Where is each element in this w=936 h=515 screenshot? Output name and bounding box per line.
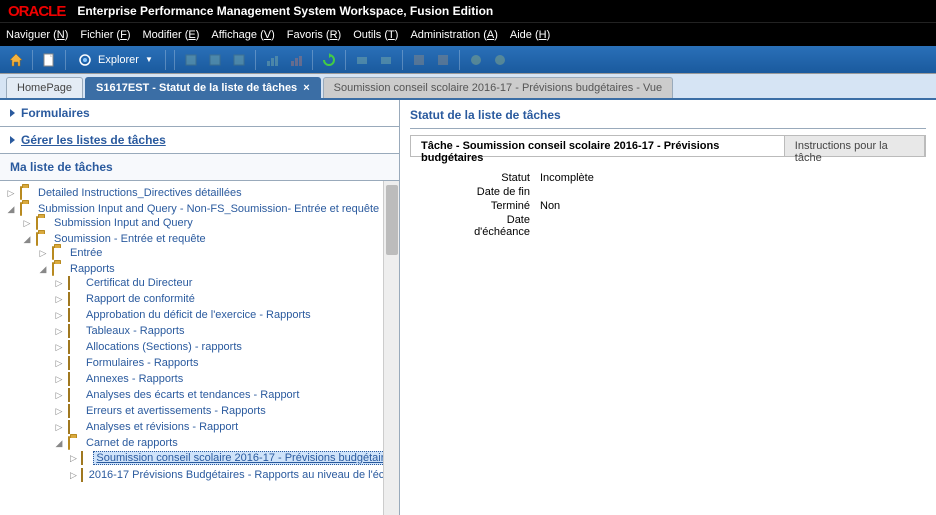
subtabs: Tâche - Soumission conseil scolaire 2016…: [410, 135, 926, 157]
tree-item-soumission-sel[interactable]: ▷Soumission conseil scolaire 2016-17 - P…: [70, 451, 399, 465]
termine-label: Terminé: [450, 200, 540, 212]
dropdown-icon: ▼: [145, 55, 153, 64]
menu-favoris[interactable]: Favoris (R): [287, 29, 341, 41]
tool-icon-8[interactable]: [466, 50, 486, 70]
new-doc-icon[interactable]: [39, 50, 59, 70]
content: Formulaires Gérer les listes de tâches M…: [0, 100, 936, 515]
tab-other[interactable]: Soumission conseil scolaire 2016-17 - Pr…: [323, 77, 674, 98]
tree-item-analyses-ecarts[interactable]: ▷Analyses des écarts et tendances - Rapp…: [54, 389, 399, 401]
panel-formulaires[interactable]: Formulaires: [0, 100, 399, 127]
tool-icon-3[interactable]: [229, 50, 249, 70]
panel-formulaires-label: Formulaires: [21, 106, 90, 120]
subtab-instructions[interactable]: Instructions pour la tâche: [785, 136, 925, 156]
tree-item-formulaires[interactable]: ▷Formulaires - Rapports: [54, 357, 399, 369]
tool-icon-5[interactable]: [376, 50, 396, 70]
task-details: StatutIncomplète Date de fin TerminéNon …: [410, 167, 926, 243]
task-tree: ▷Detailed Instructions_Directives détail…: [0, 181, 399, 515]
toolbar: Explorer ▼: [0, 46, 936, 74]
product-title: Enterprise Performance Management System…: [77, 4, 493, 18]
panel-mataches-label: Ma liste de tâches: [10, 160, 113, 174]
chevron-right-icon: [10, 136, 15, 144]
statut-value: Incomplète: [540, 172, 594, 184]
datefin-label: Date de fin: [450, 186, 540, 198]
oracle-logo: ORACLE: [8, 3, 65, 20]
explorer-button[interactable]: Explorer ▼: [72, 53, 159, 67]
home-icon[interactable]: [6, 50, 26, 70]
right-title: Statut de la liste de tâches: [410, 108, 926, 129]
tabbar: HomePage S1617EST - Statut de la liste d…: [0, 74, 936, 100]
tree-item-detailed[interactable]: ▷Detailed Instructions_Directives détail…: [6, 187, 399, 199]
menu-affichage[interactable]: Affichage (V): [211, 29, 274, 41]
titlebar: ORACLE Enterprise Performance Management…: [0, 0, 936, 22]
termine-value: Non: [540, 200, 560, 212]
explorer-label: Explorer: [98, 54, 139, 66]
tool-icon-4[interactable]: [352, 50, 372, 70]
scrollbar[interactable]: [383, 181, 399, 515]
tree-item-erreurs[interactable]: ▷Erreurs et avertissements - Rapports: [54, 405, 399, 417]
panel-gerer[interactable]: Gérer les listes de tâches: [0, 127, 399, 154]
tool-icon-6[interactable]: [409, 50, 429, 70]
tree-item-annexes[interactable]: ▷Annexes - Rapports: [54, 373, 399, 385]
tool-icon-9[interactable]: [490, 50, 510, 70]
menu-naviguer[interactable]: Naviguer (N): [6, 29, 68, 41]
tree-item-analyses-rev[interactable]: ▷Analyses et révisions - Rapport: [54, 421, 399, 433]
tree-item-entree[interactable]: ▷Entrée: [38, 247, 399, 259]
tree-item-soumission[interactable]: ◢Soumission - Entrée et requête: [22, 233, 399, 245]
tree-item-approbation[interactable]: ▷Approbation du déficit de l'exercice - …: [54, 309, 399, 321]
explorer-icon: [78, 53, 92, 67]
subtab-tache-label: Tâche - Soumission conseil scolaire 2016…: [421, 140, 719, 164]
tab-homepage[interactable]: HomePage: [6, 77, 83, 98]
tree-item-subinput[interactable]: ◢Submission Input and Query - Non-FS_Sou…: [6, 203, 399, 215]
tool-icon-7[interactable]: [433, 50, 453, 70]
tree-item-rapport-conf[interactable]: ▷Rapport de conformité: [54, 293, 399, 305]
left-panel: Formulaires Gérer les listes de tâches M…: [0, 100, 400, 515]
chart-icon-2[interactable]: [286, 50, 306, 70]
menu-outils[interactable]: Outils (T): [353, 29, 398, 41]
tree-item-tableaux[interactable]: ▷Tableaux - Rapports: [54, 325, 399, 337]
tab-homepage-label: HomePage: [17, 82, 72, 94]
subtab-tache[interactable]: Tâche - Soumission conseil scolaire 2016…: [411, 136, 785, 156]
right-panel: Statut de la liste de tâches Tâche - Sou…: [400, 100, 936, 515]
tool-icon-1[interactable]: [181, 50, 201, 70]
refresh-icon[interactable]: [319, 50, 339, 70]
panel-mataches[interactable]: Ma liste de tâches: [0, 154, 399, 181]
chart-icon-1[interactable]: [262, 50, 282, 70]
menu-aide[interactable]: Aide (H): [510, 29, 550, 41]
tree-item-subinputq[interactable]: ▷Submission Input and Query: [22, 217, 399, 229]
tab-active[interactable]: S1617EST - Statut de la liste de tâches …: [85, 77, 321, 98]
tree-item-previsions[interactable]: ▷2016-17 Prévisions Budgétaires - Rappor…: [70, 469, 399, 481]
menu-fichier[interactable]: Fichier (F): [80, 29, 130, 41]
panel-gerer-label: Gérer les listes de tâches: [21, 133, 166, 147]
tree-item-rapports[interactable]: ◢Rapports: [38, 263, 399, 275]
chevron-right-icon: [10, 109, 15, 117]
menu-modifier[interactable]: Modifier (E): [143, 29, 200, 41]
menu-administration[interactable]: Administration (A): [410, 29, 497, 41]
scrollbar-thumb[interactable]: [386, 185, 398, 255]
tab-active-label: S1617EST - Statut de la liste de tâches: [96, 82, 297, 94]
echeance-label: Date d'échéance: [450, 214, 540, 238]
subtab-instr-label: Instructions pour la tâche: [795, 140, 888, 164]
tree-item-carnet[interactable]: ◢Carnet de rapports: [54, 437, 399, 449]
tree-item-certificat[interactable]: ▷Certificat du Directeur: [54, 277, 399, 289]
tree-item-allocations[interactable]: ▷Allocations (Sections) - rapports: [54, 341, 399, 353]
tool-icon-2[interactable]: [205, 50, 225, 70]
close-icon[interactable]: ×: [303, 82, 309, 94]
tab-other-label: Soumission conseil scolaire 2016-17 - Pr…: [334, 82, 663, 94]
menubar: Naviguer (N) Fichier (F) Modifier (E) Af…: [0, 22, 936, 46]
statut-label: Statut: [450, 172, 540, 184]
